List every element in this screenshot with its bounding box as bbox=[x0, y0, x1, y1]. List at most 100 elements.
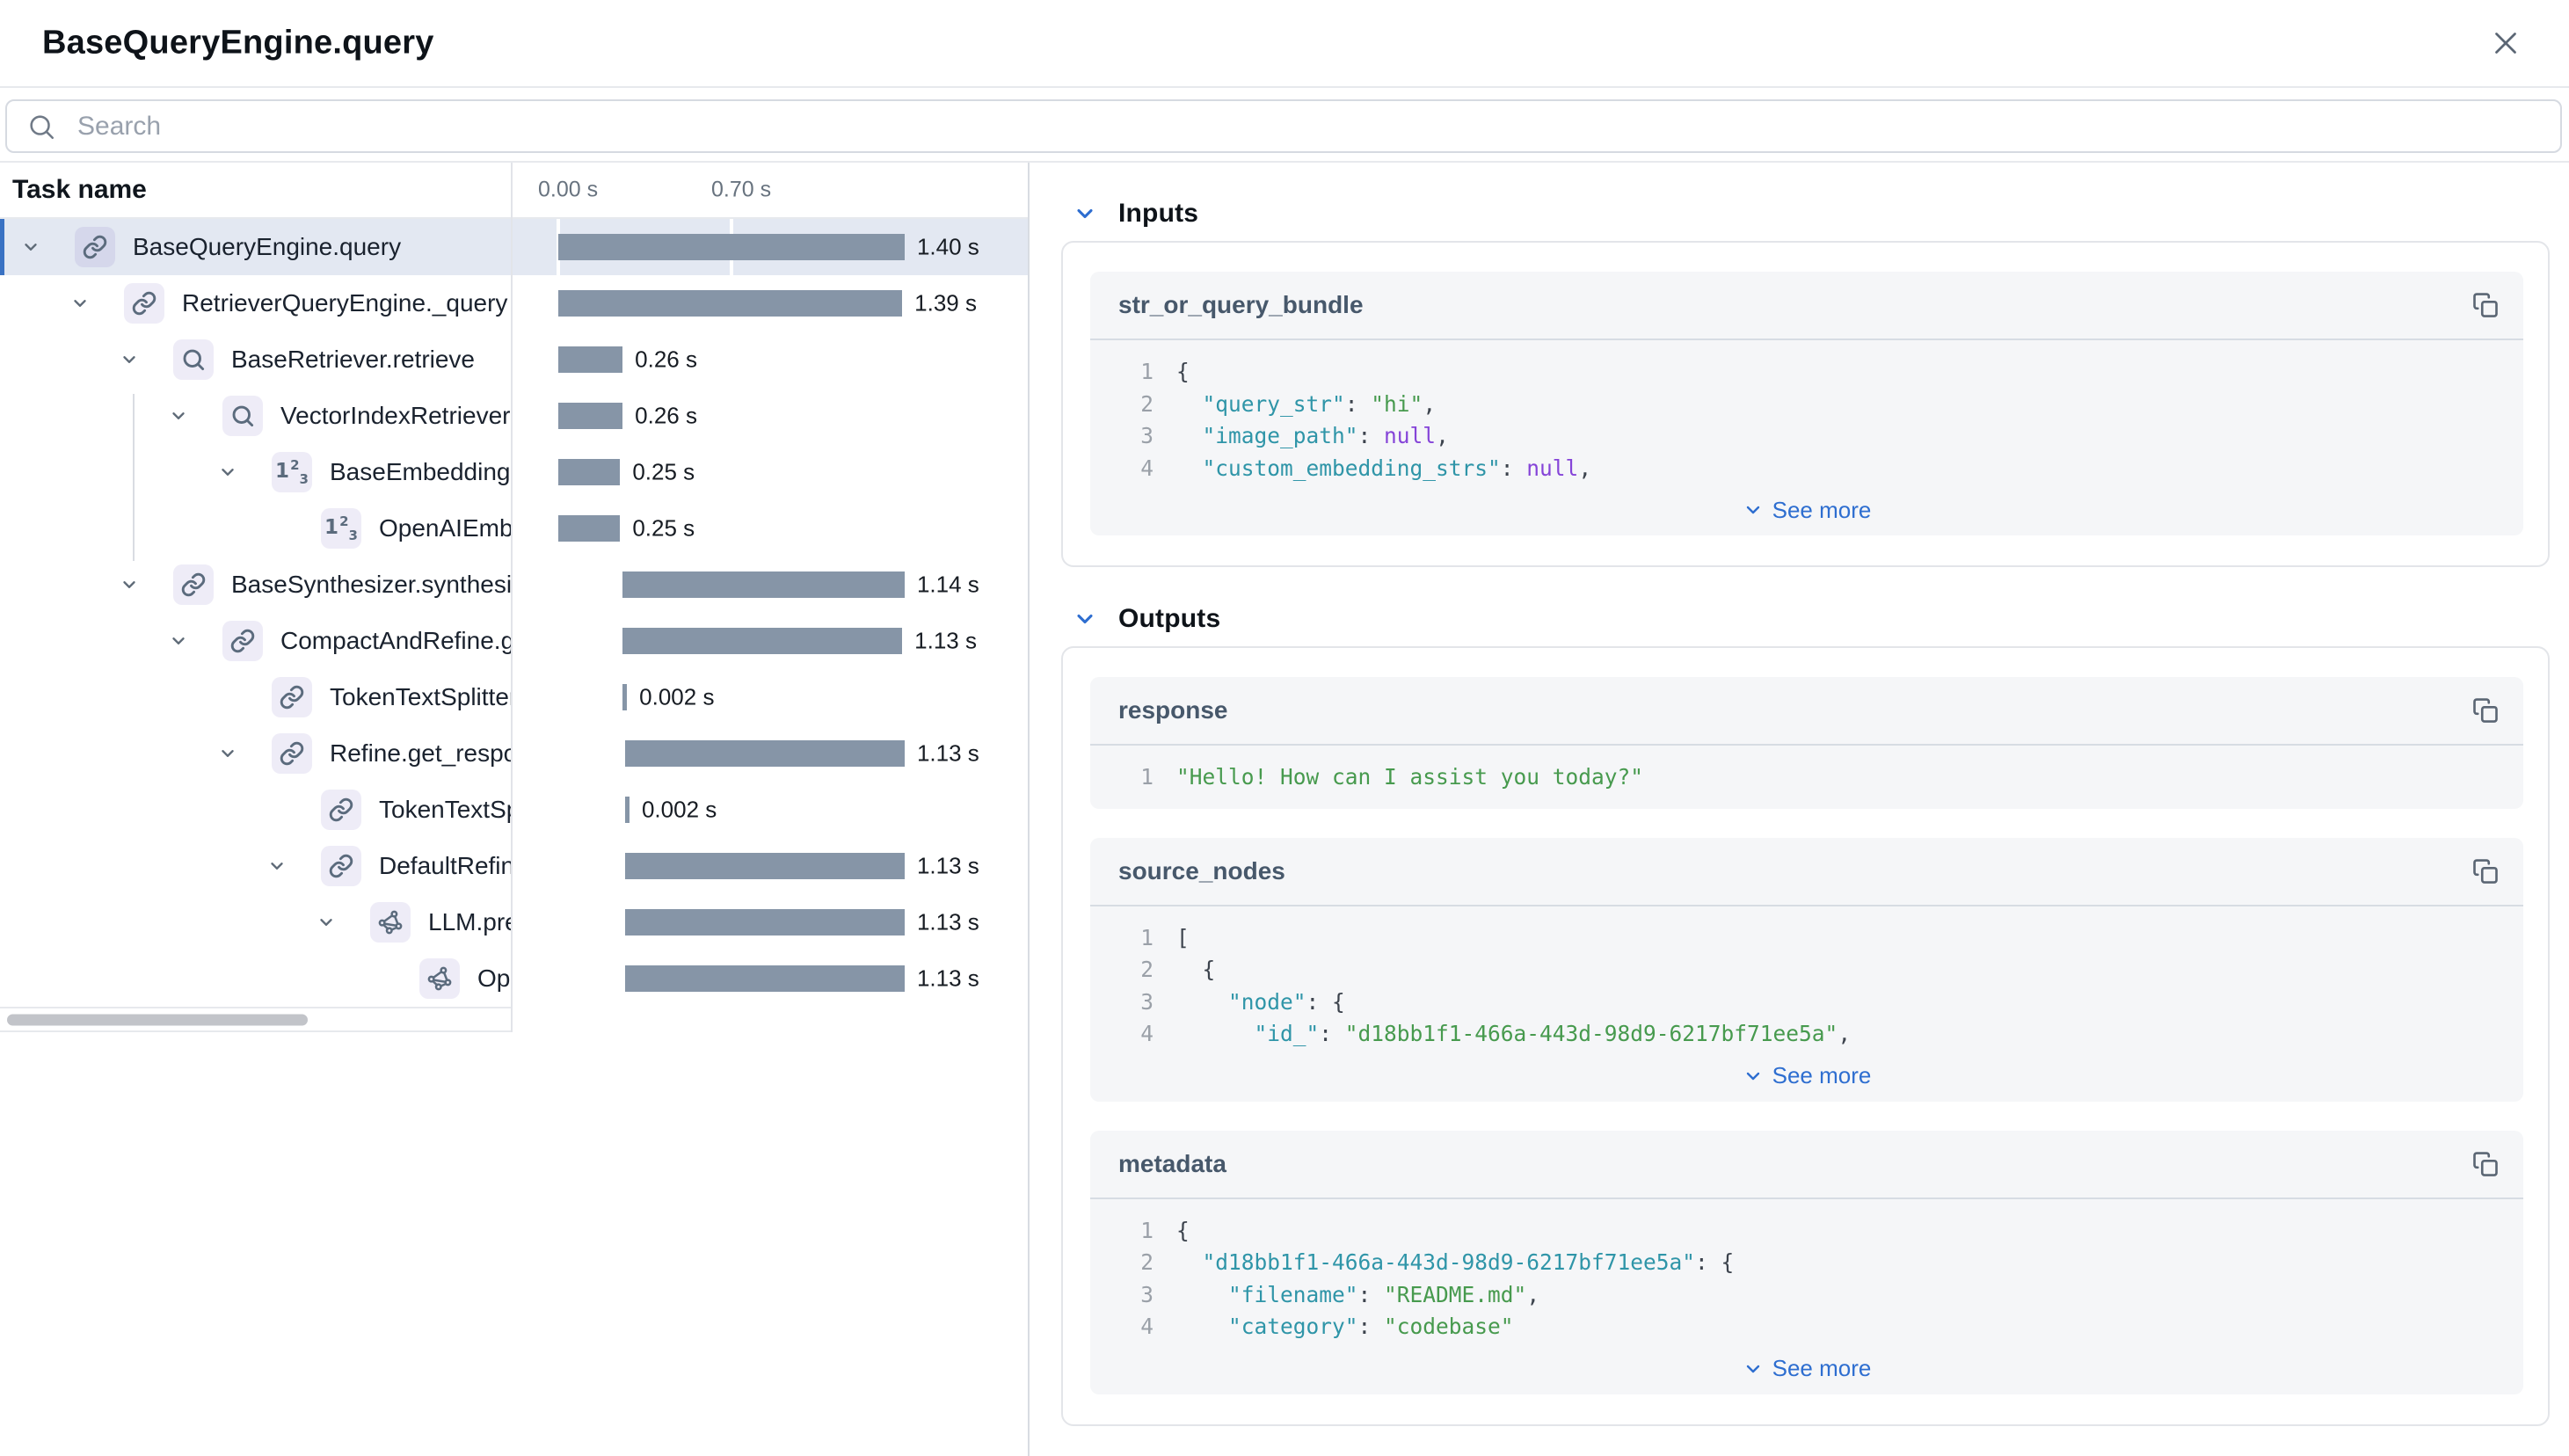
chevron-down-icon[interactable] bbox=[208, 734, 247, 773]
duration-bar[interactable] bbox=[558, 459, 620, 485]
json-code-block: 1{2 "d18bb1f1-466a-443d-98d9-6217bf71ee5… bbox=[1090, 1199, 2523, 1343]
code-line: 2 { bbox=[1090, 954, 2523, 986]
duration-bar[interactable] bbox=[622, 684, 627, 710]
task-row[interactable]: LLM.pre bbox=[0, 894, 511, 950]
copy-button[interactable] bbox=[2472, 1151, 2499, 1177]
duration-label: 1.13 s bbox=[917, 853, 979, 880]
link-icon bbox=[321, 846, 361, 886]
copy-button[interactable] bbox=[2472, 292, 2499, 318]
task-row[interactable]: RetrieverQueryEngine._query bbox=[0, 275, 511, 331]
task-row[interactable]: VectorIndexRetriever._ bbox=[0, 388, 511, 444]
task-row-timeline[interactable]: 1.13 s bbox=[513, 950, 1030, 1007]
close-button[interactable] bbox=[2485, 22, 2527, 64]
llm-icon-glyph bbox=[377, 909, 404, 935]
chevron-down-icon[interactable] bbox=[61, 284, 99, 323]
task-row-timeline[interactable]: 0.25 s bbox=[513, 500, 1030, 557]
task-row[interactable]: 123BaseEmbedding.g bbox=[0, 444, 511, 500]
task-row[interactable]: BaseQueryEngine.query bbox=[0, 219, 511, 275]
outputs-section-header[interactable]: Outputs bbox=[1073, 567, 2569, 634]
horizontal-scrollbar[interactable] bbox=[0, 1007, 511, 1032]
task-row-timeline[interactable]: 1.39 s bbox=[513, 275, 1030, 331]
inputs-section-header[interactable]: Inputs bbox=[1073, 163, 2569, 229]
chevron-down-icon[interactable] bbox=[159, 622, 198, 660]
link-icon bbox=[124, 283, 164, 324]
main-split: Task name 0.00 s0.70 s BaseQueryEngine.q… bbox=[0, 163, 2569, 1456]
task-row-timeline[interactable]: 1.13 s bbox=[513, 894, 1030, 950]
code-line: 2 "d18bb1f1-466a-443d-98d9-6217bf71ee5a"… bbox=[1090, 1247, 2523, 1279]
scrollbar-thumb[interactable] bbox=[7, 1014, 308, 1025]
task-row[interactable]: TokenTextSplitter. bbox=[0, 669, 511, 725]
task-row-timeline[interactable]: 0.002 s bbox=[513, 782, 1030, 838]
task-row[interactable]: BaseRetriever.retrieve bbox=[0, 331, 511, 388]
link-icon bbox=[272, 733, 312, 774]
task-row-timeline[interactable]: 0.002 s bbox=[513, 669, 1030, 725]
see-more-link[interactable]: See more bbox=[1090, 1343, 2523, 1394]
task-row-timeline[interactable]: 0.26 s bbox=[513, 388, 1030, 444]
task-row[interactable]: DefaultRefine bbox=[0, 838, 511, 894]
code-line: 3 "image_path": null, bbox=[1090, 420, 2523, 453]
search-input[interactable] bbox=[76, 111, 2560, 142]
chevron-down-icon[interactable] bbox=[110, 340, 149, 379]
chevron-down-icon[interactable] bbox=[258, 847, 296, 885]
task-row[interactable]: CompactAndRefine.ge bbox=[0, 613, 511, 669]
outputs-card: response1"Hello! How can I assist you to… bbox=[1061, 646, 2550, 1426]
line-number: 1 bbox=[1090, 1215, 1154, 1248]
copy-button[interactable] bbox=[2472, 697, 2499, 724]
see-more-link[interactable]: See more bbox=[1090, 1051, 2523, 1102]
link-icon-glyph bbox=[180, 571, 207, 598]
task-row[interactable]: 123OpenAIEmbe bbox=[0, 500, 511, 557]
task-row-timeline[interactable]: 1.13 s bbox=[513, 838, 1030, 894]
task-row[interactable]: Ope bbox=[0, 950, 511, 1007]
search-icon-glyph bbox=[229, 403, 256, 429]
duration-bar[interactable] bbox=[558, 403, 622, 429]
link-icon bbox=[75, 227, 115, 267]
field-card: source_nodes1[2 {3 "node": {4 "id_": "d1… bbox=[1090, 838, 2523, 1102]
task-row[interactable]: TokenTextSp bbox=[0, 782, 511, 838]
code-line: 1{ bbox=[1090, 1215, 2523, 1248]
task-row-timeline[interactable]: 1.13 s bbox=[513, 725, 1030, 782]
task-label: RetrieverQueryEngine._query bbox=[182, 289, 507, 317]
chevron-down-icon[interactable] bbox=[307, 903, 346, 942]
duration-label: 1.40 s bbox=[917, 234, 979, 261]
chevron-down-icon bbox=[1743, 499, 1764, 521]
task-label: CompactAndRefine.ge bbox=[280, 627, 511, 655]
duration-bar[interactable] bbox=[558, 290, 902, 317]
numbers-icon: 123 bbox=[321, 508, 361, 549]
chevron-down-icon[interactable] bbox=[159, 397, 198, 435]
tree-timeline-divider bbox=[511, 163, 513, 1032]
duration-bar[interactable] bbox=[558, 234, 905, 260]
duration-label: 1.39 s bbox=[914, 290, 977, 317]
copy-icon bbox=[2472, 858, 2499, 885]
chevron-down-icon[interactable] bbox=[208, 453, 247, 491]
chevron-down-icon[interactable] bbox=[110, 565, 149, 604]
duration-bar[interactable] bbox=[558, 346, 622, 373]
task-row[interactable]: BaseSynthesizer.synthesiz bbox=[0, 557, 511, 613]
chevron-spacer bbox=[258, 790, 296, 829]
trace-tree-pane: Task name 0.00 s0.70 s BaseQueryEngine.q… bbox=[0, 163, 1030, 1032]
see-more-link[interactable]: See more bbox=[1090, 484, 2523, 535]
code-line: 4 "category": "codebase" bbox=[1090, 1311, 2523, 1343]
duration-label: 1.13 s bbox=[914, 628, 977, 655]
duration-bar[interactable] bbox=[625, 909, 905, 935]
task-row-timeline[interactable]: 1.40 s bbox=[513, 219, 1030, 275]
chevron-down-icon[interactable] bbox=[11, 228, 50, 266]
search-box[interactable] bbox=[5, 99, 2562, 153]
search-icon bbox=[222, 396, 263, 436]
duration-bar[interactable] bbox=[625, 740, 905, 767]
task-row-timeline[interactable]: 1.14 s bbox=[513, 557, 1030, 613]
task-row-timeline[interactable]: 0.26 s bbox=[513, 331, 1030, 388]
link-icon-glyph bbox=[229, 628, 256, 654]
task-row-timeline[interactable]: 1.13 s bbox=[513, 613, 1030, 669]
duration-label: 0.25 s bbox=[632, 459, 695, 486]
duration-bar[interactable] bbox=[625, 965, 905, 992]
duration-bar[interactable] bbox=[625, 797, 630, 823]
duration-bar[interactable] bbox=[622, 628, 902, 654]
duration-bar[interactable] bbox=[625, 853, 905, 879]
copy-button[interactable] bbox=[2472, 858, 2499, 885]
duration-bar[interactable] bbox=[622, 571, 905, 598]
timeline-axis-tick: 0.70 s bbox=[711, 178, 771, 203]
duration-bar[interactable] bbox=[558, 515, 620, 542]
task-row[interactable]: Refine.get_respo bbox=[0, 725, 511, 782]
duration-label: 0.25 s bbox=[632, 515, 695, 542]
task-row-timeline[interactable]: 0.25 s bbox=[513, 444, 1030, 500]
